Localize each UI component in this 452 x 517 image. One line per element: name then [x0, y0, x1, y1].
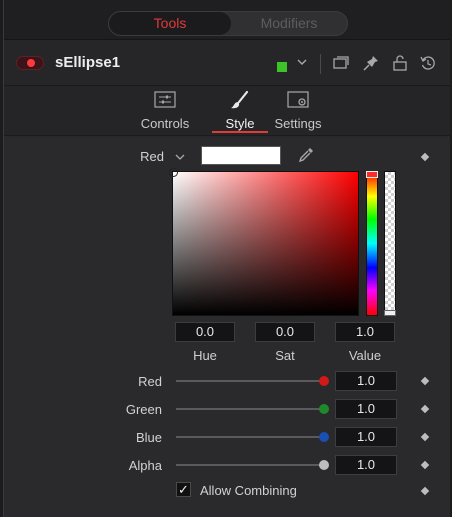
settings-icon: [287, 91, 309, 108]
hue-handle[interactable]: [366, 171, 378, 178]
blue-field[interactable]: 1.0: [335, 427, 397, 447]
chevron-down-icon[interactable]: [295, 54, 309, 70]
red-label: Red: [138, 374, 162, 389]
red-slider[interactable]: [176, 376, 329, 386]
tab-style-label: Style: [225, 116, 255, 131]
channel-select-label[interactable]: Red: [124, 149, 164, 164]
checkmark-icon: ✓: [178, 482, 189, 497]
alpha-label: Alpha: [128, 458, 162, 473]
inspector-panel: Tools Modifiers sEllipse1 Controls Style…: [3, 0, 450, 517]
red-slider-fill: [176, 380, 324, 382]
hue-label: Hue: [193, 348, 217, 363]
red-slider-thumb[interactable]: [319, 376, 329, 386]
saturation-value-picker[interactable]: [169, 168, 359, 316]
alpha-handle[interactable]: [384, 310, 396, 316]
tool-name: sEllipse1: [55, 54, 121, 71]
pin-icon[interactable]: [361, 53, 381, 73]
inspector-topbar: Tools Modifiers: [4, 0, 450, 40]
reset-icon[interactable]: [418, 53, 438, 73]
alpha-strip[interactable]: [384, 171, 396, 316]
tab-settings-label: Settings: [274, 116, 322, 131]
sliders-icon: [154, 91, 176, 108]
alpha-slider[interactable]: [176, 460, 329, 470]
blue-slider[interactable]: [176, 432, 329, 442]
allow-combining-label: Allow Combining: [200, 483, 297, 498]
red-field[interactable]: 1.0: [335, 371, 397, 391]
header-divider: [320, 54, 321, 74]
inspector-tabs: Controls Style Settings: [4, 86, 450, 136]
tab-controls-label: Controls: [140, 116, 190, 131]
green-slider[interactable]: [176, 404, 329, 414]
tab-controls[interactable]: Controls: [135, 86, 195, 136]
green-slider-thumb[interactable]: [319, 404, 329, 414]
value-label: Value: [348, 348, 382, 363]
tools-modifiers-switch: Tools Modifiers: [108, 11, 348, 36]
toggle-knob: [27, 59, 35, 67]
green-label: Green: [125, 402, 162, 417]
allow-combining-checkbox[interactable]: ✓: [176, 482, 191, 497]
hue-strip[interactable]: [366, 171, 378, 316]
sat-label: Sat: [275, 348, 295, 363]
alpha-field[interactable]: 1.0: [335, 455, 397, 475]
value-field[interactable]: 1.0: [335, 322, 395, 342]
tab-tools[interactable]: Tools: [109, 12, 231, 35]
blue-label: Blue: [135, 430, 162, 445]
blue-slider-fill: [176, 436, 324, 438]
color-swatch[interactable]: [201, 146, 281, 165]
chevron-down-icon[interactable]: [173, 150, 187, 164]
picker-handle[interactable]: [169, 168, 178, 177]
green-field[interactable]: 1.0: [335, 399, 397, 419]
alpha-slider-fill: [176, 464, 324, 466]
version-icon[interactable]: [331, 53, 351, 73]
tool-color-chip[interactable]: [277, 62, 287, 72]
sat-field[interactable]: 0.0: [255, 322, 315, 342]
hue-field[interactable]: 0.0: [175, 322, 235, 342]
active-tab-indicator: [212, 131, 268, 133]
blue-slider-thumb[interactable]: [319, 432, 329, 442]
tool-enable-toggle[interactable]: [16, 56, 44, 70]
green-slider-fill: [176, 408, 324, 410]
brush-icon: [231, 90, 249, 109]
tab-modifiers[interactable]: Modifiers: [231, 12, 347, 35]
lock-icon[interactable]: [390, 53, 410, 73]
tab-style[interactable]: Style: [210, 86, 270, 136]
tab-settings[interactable]: Settings: [268, 86, 328, 136]
tool-header: sEllipse1: [4, 40, 450, 86]
alpha-slider-thumb[interactable]: [319, 460, 329, 470]
eyedropper-icon[interactable]: [296, 145, 316, 165]
